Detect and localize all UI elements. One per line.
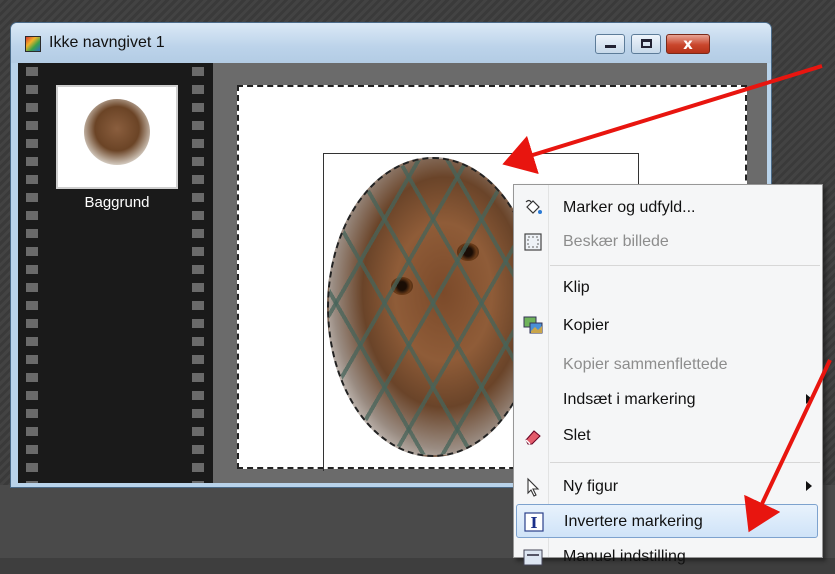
close-button[interactable]: x: [666, 34, 710, 54]
menu-item-kopier[interactable]: Kopier: [516, 309, 818, 343]
menu-item-kopier-sammenflettede[interactable]: Kopier sammenflettede: [516, 348, 818, 382]
film-perforation-left: [26, 63, 38, 483]
crop-selection-icon: [524, 233, 542, 251]
maximize-icon: [641, 39, 652, 48]
title-bar[interactable]: Ikke navngivet 1 x: [11, 23, 771, 63]
close-icon: x: [683, 35, 693, 53]
menu-item-label: Beskær billede: [563, 233, 669, 250]
menu-item-label: Slet: [563, 427, 591, 444]
menu-item-label: Ny figur: [563, 478, 619, 495]
copy-images-icon: [523, 316, 543, 334]
menu-item-invertere-markering[interactable]: I Invertere markering: [516, 504, 818, 538]
pointer-icon: [527, 477, 540, 497]
svg-text:I: I: [530, 514, 537, 532]
minimize-icon: [605, 45, 616, 48]
menu-item-beskaer-billede[interactable]: Beskær billede: [516, 225, 818, 259]
menu-item-label: Marker og udfyld...: [563, 199, 696, 216]
eraser-icon: [525, 430, 541, 445]
menu-item-ny-figur[interactable]: Ny figur: [516, 470, 818, 504]
menu-item-label: Invertere markering: [564, 513, 703, 530]
minimize-button[interactable]: [595, 34, 625, 54]
menu-item-label: Kopier sammenflettede: [563, 356, 728, 373]
menu-separator: [550, 462, 820, 463]
menu-item-marker-og-udfyld[interactable]: Marker og udfyld...: [516, 191, 818, 225]
menu-item-slet[interactable]: Slet: [516, 419, 818, 453]
monkey-photo-selection[interactable]: [327, 157, 539, 457]
menu-item-indsaet-i-markering[interactable]: Indsæt i markering: [516, 383, 818, 417]
manual-setting-icon: [523, 549, 543, 566]
invert-selection-icon: I: [524, 512, 544, 532]
menu-item-label: Kopier: [563, 317, 610, 334]
layer-thumbnail[interactable]: [56, 85, 178, 189]
submenu-arrow-icon: [806, 481, 812, 491]
menu-item-manuel-indstilling[interactable]: Manuel indstilling: [516, 540, 818, 574]
maximize-button[interactable]: [631, 34, 661, 54]
layer-thumbnail-image: [84, 99, 150, 165]
layers-filmstrip: Baggrund: [18, 63, 213, 483]
menu-item-klip[interactable]: Klip: [516, 271, 818, 305]
app-icon[interactable]: [25, 36, 41, 52]
window-title: Ikke navngivet 1: [49, 34, 165, 51]
layer-label[interactable]: Baggrund: [54, 194, 180, 211]
menu-separator: [550, 265, 820, 266]
chain-link-fence: [329, 159, 537, 455]
submenu-arrow-icon: [806, 394, 812, 404]
menu-item-label: Manuel indstilling: [563, 548, 686, 565]
menu-item-label: Indsæt i markering: [563, 391, 696, 408]
menu-item-label: Klip: [563, 279, 590, 296]
paint-bucket-icon: [525, 199, 542, 214]
film-perforation-right: [192, 63, 204, 483]
context-menu: Marker og udfyld... Beskær billede Klip …: [513, 184, 823, 566]
